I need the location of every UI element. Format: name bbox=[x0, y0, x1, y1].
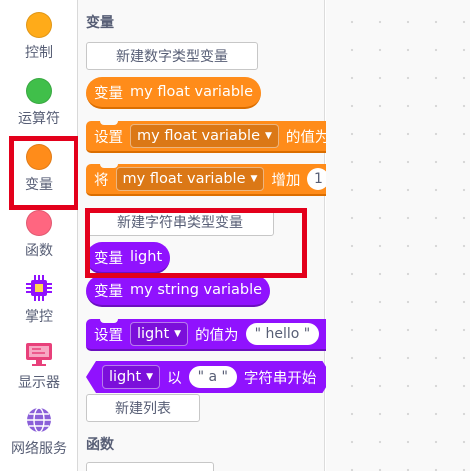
block-label: 增加 bbox=[271, 172, 301, 189]
reporter-prefix: 变量 bbox=[94, 283, 123, 300]
change-float-variable-block[interactable]: 将 my float variable ▼ 增加 1 bbox=[86, 163, 338, 196]
category-control[interactable]: 控制 bbox=[0, 0, 78, 66]
category-label: 掌控 bbox=[25, 309, 53, 325]
functions-section-title: 函数 bbox=[86, 437, 114, 453]
variable-dropdown[interactable]: light ▼ bbox=[102, 365, 160, 389]
dropdown-arrow-icon: ▼ bbox=[250, 174, 258, 184]
dropdown-value: light bbox=[137, 326, 170, 342]
variable-dropdown[interactable]: light ▼ bbox=[130, 322, 189, 346]
block-label: 以 bbox=[167, 370, 182, 387]
variable-dropdown[interactable]: my float variable ▼ bbox=[115, 167, 265, 191]
string-input[interactable]: " hello " bbox=[245, 323, 320, 345]
reporter-prefix: 变量 bbox=[94, 85, 123, 102]
dropdown-arrow-icon: ▼ bbox=[265, 131, 272, 141]
set-float-variable-block[interactable]: 设置 my float variable▼ 的值为 0 bbox=[86, 120, 367, 153]
dropdown-value: my float variable bbox=[122, 171, 246, 187]
set-light-variable-block[interactable]: 设置 light ▼ 的值为 " hello " bbox=[86, 318, 335, 351]
highlight-annotation-box bbox=[85, 208, 307, 278]
monitor-icon bbox=[26, 343, 52, 366]
category-functions[interactable]: 函数 bbox=[0, 198, 78, 264]
float-variable-reporter[interactable]: 变量 my float variable bbox=[86, 77, 261, 109]
globe-icon bbox=[27, 407, 51, 433]
control-dot-icon bbox=[26, 12, 52, 38]
reporter-name: my string variable bbox=[130, 282, 263, 298]
dropdown-arrow-icon: ▼ bbox=[146, 372, 154, 382]
category-display[interactable]: 显示器 bbox=[0, 330, 78, 396]
variable-dropdown[interactable]: my float variable ▼ bbox=[130, 124, 279, 148]
category-label: 变量 bbox=[25, 177, 53, 193]
category-sidebar: 控制 运算符 变量 函数 掌控 显示器 网络服务 bbox=[0, 0, 79, 471]
functions-dot-icon bbox=[26, 210, 52, 236]
category-label: 运算符 bbox=[18, 111, 60, 127]
block-label: 将 bbox=[94, 172, 109, 189]
category-mpython[interactable]: 掌控 bbox=[0, 264, 78, 330]
block-label: 设置 bbox=[94, 129, 123, 146]
block-label: 的值为 bbox=[285, 129, 330, 146]
string-variable-reporter[interactable]: 变量 my string variable bbox=[86, 275, 271, 307]
category-label: 控制 bbox=[25, 45, 53, 61]
category-operators[interactable]: 运算符 bbox=[0, 66, 78, 132]
block-label: 的值为 bbox=[195, 327, 239, 344]
new-list-button[interactable]: 新建列表 bbox=[86, 394, 200, 422]
variables-section-title: 变量 bbox=[86, 15, 114, 31]
dropdown-arrow-icon: ▼ bbox=[174, 329, 182, 339]
dropdown-value: my float variable bbox=[137, 128, 260, 144]
operators-dot-icon bbox=[26, 78, 52, 104]
category-network[interactable]: 网络服务 bbox=[0, 396, 78, 462]
category-label: 函数 bbox=[25, 243, 53, 259]
new-function-button-partial[interactable] bbox=[86, 462, 214, 471]
string-input[interactable]: " a " bbox=[189, 366, 237, 388]
dropdown-value: light bbox=[109, 369, 142, 385]
category-label: 显示器 bbox=[18, 375, 60, 391]
starts-with-boolean-block[interactable]: light ▼ 以 " a " 字符串开始 bbox=[86, 361, 332, 393]
category-variables[interactable]: 变量 bbox=[0, 132, 79, 210]
chip-icon bbox=[26, 275, 52, 301]
block-label: 设置 bbox=[94, 327, 123, 344]
new-number-variable-button[interactable]: 新建数字类型变量 bbox=[86, 42, 258, 70]
reporter-name: my float variable bbox=[130, 84, 253, 100]
code-workspace[interactable] bbox=[326, 0, 470, 471]
category-label: 网络服务 bbox=[11, 441, 67, 457]
block-label: 字符串开始 bbox=[243, 370, 317, 387]
variables-dot-icon bbox=[26, 144, 52, 170]
